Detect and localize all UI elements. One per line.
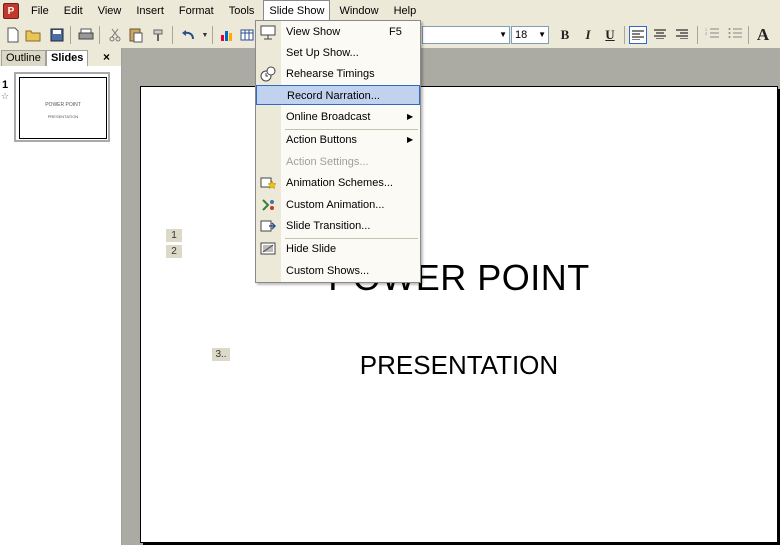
- animation-order-tag[interactable]: 3..: [212, 348, 230, 361]
- slide-thumbnail[interactable]: POWER POINT PRESENTATION: [14, 72, 110, 142]
- toolbar-separator: [172, 26, 173, 44]
- insert-table-icon[interactable]: [238, 26, 256, 44]
- slide-canvas[interactable]: POWER POINT PRESENTATION: [140, 86, 778, 543]
- custom-animation-icon: [260, 197, 276, 213]
- menu-item-record-narration[interactable]: Record Narration...: [256, 85, 420, 105]
- menu-item-shortcut: F5: [389, 26, 402, 38]
- toolbar-separator: [212, 26, 213, 44]
- menu-item-label: Online Broadcast: [286, 111, 371, 123]
- menu-item-label: Custom Animation...: [286, 199, 385, 211]
- animation-order-tag[interactable]: 2: [166, 245, 182, 258]
- align-left-icon: [632, 30, 644, 41]
- thumbnail-frame: POWER POINT PRESENTATION: [19, 77, 107, 139]
- slide-number: 1: [2, 79, 9, 91]
- bullets-button[interactable]: [726, 26, 744, 44]
- animation-star-icon: ☆: [1, 91, 10, 101]
- menu-item-label: Slide Transition...: [286, 220, 371, 232]
- close-pane-icon[interactable]: ×: [103, 50, 110, 64]
- menu-bar: P File Edit View Insert Format Tools Sli…: [0, 0, 780, 23]
- submenu-arrow-icon: ▶: [407, 135, 414, 144]
- tab-slides[interactable]: Slides: [46, 50, 89, 66]
- align-left-button[interactable]: [629, 26, 647, 44]
- toolbar-separator: [748, 26, 749, 44]
- underline-button[interactable]: U: [601, 26, 619, 44]
- menu-insert[interactable]: Insert: [130, 0, 170, 22]
- font-size-value: 18: [515, 29, 528, 41]
- slide-title[interactable]: POWER POINT: [141, 257, 777, 299]
- menu-item-action-buttons[interactable]: Action Buttons ▶: [256, 130, 420, 150]
- menu-item-label: Action Buttons: [286, 134, 357, 146]
- align-center-button[interactable]: [651, 26, 669, 44]
- numbering-icon: 12: [705, 27, 719, 38]
- insert-chart-icon[interactable]: [218, 26, 236, 44]
- menu-item-slide-transition[interactable]: Slide Transition...: [256, 216, 420, 236]
- undo-icon[interactable]: [179, 26, 197, 44]
- menu-item-view-show[interactable]: View Show F5: [256, 22, 420, 42]
- menu-item-label: Custom Shows...: [286, 265, 370, 277]
- menu-item-set-up-show[interactable]: Set Up Show...: [256, 43, 420, 63]
- slide-subtitle[interactable]: PRESENTATION: [141, 350, 777, 381]
- projector-icon: [260, 24, 276, 40]
- new-document-icon[interactable]: [4, 26, 22, 44]
- menu-window[interactable]: Window: [333, 0, 384, 22]
- chevron-down-icon[interactable]: ▼: [535, 27, 546, 43]
- menu-item-label: Action Settings...: [286, 156, 369, 168]
- chevron-down-icon[interactable]: ▼: [499, 27, 507, 43]
- numbering-button[interactable]: 12: [703, 26, 721, 44]
- menu-item-custom-shows[interactable]: Custom Shows...: [256, 261, 420, 281]
- menu-view[interactable]: View: [92, 0, 128, 22]
- menu-item-label: View Show: [286, 26, 341, 38]
- font-name-field[interactable]: ▼: [422, 26, 510, 44]
- menu-help[interactable]: Help: [388, 0, 423, 22]
- thumbnail-subtitle: PRESENTATION: [47, 114, 79, 119]
- increase-font-size-button[interactable]: A: [754, 26, 772, 44]
- thumbnail-list: 1 ☆ POWER POINT PRESENTATION: [0, 66, 121, 545]
- save-icon[interactable]: [48, 26, 66, 44]
- format-painter-icon[interactable]: [150, 26, 168, 44]
- hide-slide-icon: [260, 241, 276, 257]
- menu-item-online-broadcast[interactable]: Online Broadcast ▶: [256, 107, 420, 127]
- menu-file[interactable]: File: [25, 0, 55, 22]
- animation-schemes-icon: [260, 175, 276, 191]
- menu-item-label: Rehearse Timings: [286, 68, 375, 80]
- menu-format[interactable]: Format: [173, 0, 220, 22]
- pane-tabs: Outline Slides ×: [0, 48, 121, 67]
- slide-show-menu: View Show F5 Set Up Show... Rehearse Tim…: [255, 20, 421, 283]
- menu-item-custom-animation[interactable]: Custom Animation...: [256, 195, 420, 215]
- menu-edit[interactable]: Edit: [58, 0, 89, 22]
- print-icon[interactable]: [77, 26, 95, 44]
- toolbar-separator: [697, 26, 698, 44]
- svg-text:2: 2: [705, 31, 707, 36]
- thumbnail-title: POWER POINT: [45, 102, 81, 108]
- align-center-icon: [654, 29, 666, 40]
- toolbar-separator: [624, 26, 625, 44]
- cut-icon[interactable]: [106, 26, 124, 44]
- menu-item-rehearse-timings[interactable]: Rehearse Timings: [256, 64, 420, 84]
- menu-item-label: Hide Slide: [286, 243, 337, 255]
- powerpoint-app-icon[interactable]: P: [3, 3, 19, 19]
- open-folder-icon[interactable]: [24, 26, 42, 44]
- align-right-icon: [676, 29, 688, 40]
- slide-transition-icon: [260, 218, 276, 234]
- menu-item-label: Record Narration...: [287, 90, 380, 102]
- animation-order-tag[interactable]: 1: [166, 229, 182, 242]
- italic-button[interactable]: I: [579, 26, 597, 44]
- slides-pane: Outline Slides × 1 ☆ POWER POINT PRESENT…: [0, 48, 122, 545]
- menu-item-animation-schemes[interactable]: Animation Schemes...: [256, 173, 420, 193]
- submenu-arrow-icon: ▶: [407, 112, 414, 121]
- bullets-icon: [728, 28, 742, 38]
- menu-item-hide-slide[interactable]: Hide Slide: [256, 239, 420, 259]
- tab-outline[interactable]: Outline: [1, 50, 46, 67]
- font-size-field[interactable]: 18 ▼: [511, 26, 549, 44]
- align-right-button[interactable]: [673, 26, 691, 44]
- timings-icon: [260, 66, 276, 82]
- menu-item-action-settings: Action Settings...: [256, 152, 420, 172]
- menu-item-label: Animation Schemes...: [286, 177, 393, 189]
- toolbar-separator: [99, 26, 100, 44]
- menu-item-label: Set Up Show...: [286, 47, 359, 59]
- bold-button[interactable]: B: [556, 26, 574, 44]
- paste-icon[interactable]: [127, 26, 145, 44]
- menu-tools[interactable]: Tools: [223, 0, 261, 22]
- toolbar-separator: [70, 26, 71, 44]
